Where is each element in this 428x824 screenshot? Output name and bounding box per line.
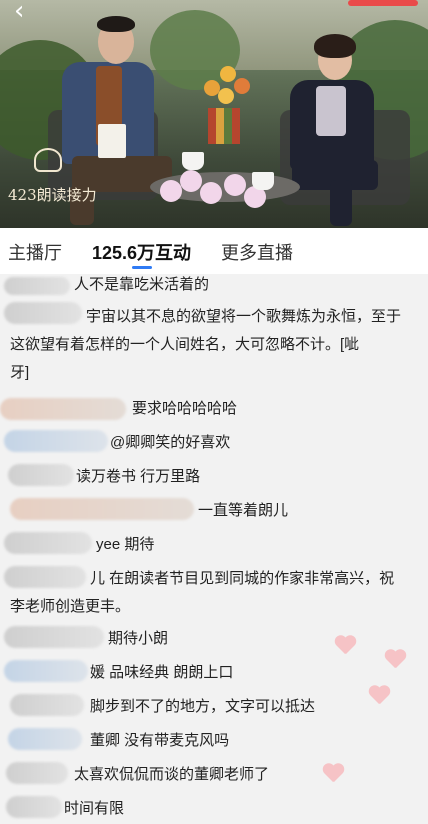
live-video[interactable]: 423朗读接力 ‹ — [0, 0, 428, 228]
comment-text: 时间有限 — [64, 800, 125, 817]
avatar — [6, 796, 62, 818]
avatar — [0, 398, 126, 420]
avatar — [10, 694, 84, 716]
back-arrow-icon[interactable]: ‹ — [14, 0, 24, 24]
comment-item: yee 期待 — [0, 530, 428, 556]
comment-list[interactable]: 人不是靠吃米活着的 宇宙以其不息的欲望将一个歌舞炼为永恒，至于 这欲望有着怎样的… — [0, 274, 428, 824]
avatar — [8, 728, 82, 750]
avatar — [4, 302, 82, 324]
comment-item: 儿 在朗读者节目见到同城的作家非常高兴，祝 李老师创造更丰。 — [0, 564, 428, 616]
comment-item: 时间有限 — [0, 794, 428, 820]
avatar — [4, 566, 86, 588]
comment-item: 太喜欢侃侃而谈的董卿老师了 — [0, 760, 428, 786]
book-stack — [208, 108, 240, 144]
heart-icon — [334, 636, 356, 656]
comment-item: 期待小朗 — [0, 624, 428, 650]
active-tab-indicator — [132, 266, 152, 269]
comment-item: @卿卿笑的好喜欢 — [0, 428, 428, 454]
teacup — [182, 152, 204, 170]
heart-icon — [368, 686, 390, 706]
flower-vase — [200, 62, 256, 110]
lamp-icon — [34, 148, 62, 172]
comment-text: 儿 在朗读者节目见到同城的作家非常高兴，祝 — [90, 570, 395, 587]
comment-text: 太喜欢侃侃而谈的董卿老师了 — [74, 766, 270, 783]
comment-text: 宇宙以其不息的欲望将一个歌舞炼为永恒，至于 — [86, 308, 402, 325]
comment-text: 人不是靠吃米活着的 — [74, 276, 210, 293]
show-logo-text: 423朗读接力 — [8, 186, 97, 204]
avatar — [6, 762, 68, 784]
comment-text: 李老师创造更丰。 — [10, 598, 131, 615]
orchid — [224, 174, 246, 196]
comment-item: 读万卷书 行万里路 — [0, 462, 428, 488]
comment-text: 期待小朗 — [108, 630, 169, 647]
heart-icon — [322, 764, 344, 784]
comment-item: 宇宙以其不息的欲望将一个歌舞炼为永恒，至于 这欲望有着怎样的一个人间姓名，大可忽… — [0, 302, 428, 390]
book — [98, 124, 126, 158]
tab-bar: 主播厅 125.6万互动 更多直播 — [0, 228, 428, 274]
tab-host-hall[interactable]: 主播厅 — [8, 239, 62, 265]
avatar — [4, 626, 104, 648]
avatar — [4, 430, 108, 452]
teacup — [252, 172, 274, 190]
tab-more-live[interactable]: 更多直播 — [221, 239, 293, 265]
comment-text: 读万卷书 行万里路 — [76, 468, 201, 485]
avatar — [10, 498, 194, 520]
comment-item: 董卿 没有带麦克风吗 — [0, 726, 428, 752]
comment-text: yee 期待 — [96, 536, 155, 553]
comment-item: 媛 品味经典 朗朗上口 — [0, 658, 428, 684]
comment-text: 这欲望有着怎样的一个人间姓名，大可忽略不计。[呲 — [10, 336, 360, 353]
heart-icon — [384, 650, 406, 670]
comment-text: 牙] — [10, 364, 30, 381]
comment-text: 脚步到不了的地方，文字可以抵达 — [90, 698, 316, 715]
avatar — [4, 660, 88, 682]
orchid — [200, 182, 222, 204]
orchid — [160, 180, 182, 202]
live-badge[interactable] — [348, 0, 418, 6]
comment-text: @卿卿笑的好喜欢 — [110, 434, 231, 451]
avatar — [4, 277, 70, 295]
comment-item: 要求哈哈哈哈哈 — [0, 394, 428, 420]
comment-text: 一直等着朗儿 — [198, 502, 289, 519]
orchid — [180, 170, 202, 192]
comment-text: 董卿 没有带麦克风吗 — [90, 732, 230, 749]
avatar — [4, 532, 92, 554]
tab-interactions[interactable]: 125.6万互动 — [92, 239, 191, 265]
avatar — [8, 464, 74, 486]
comment-text: 要求哈哈哈哈哈 — [132, 400, 238, 417]
comment-text: 媛 品味经典 朗朗上口 — [90, 664, 234, 681]
comment-item: 人不是靠吃米活着的 — [0, 274, 428, 296]
comment-item: 脚步到不了的地方，文字可以抵达 — [0, 692, 428, 718]
comment-item: 一直等着朗儿 — [0, 496, 428, 522]
show-logo: 423朗读接力 — [8, 148, 97, 208]
